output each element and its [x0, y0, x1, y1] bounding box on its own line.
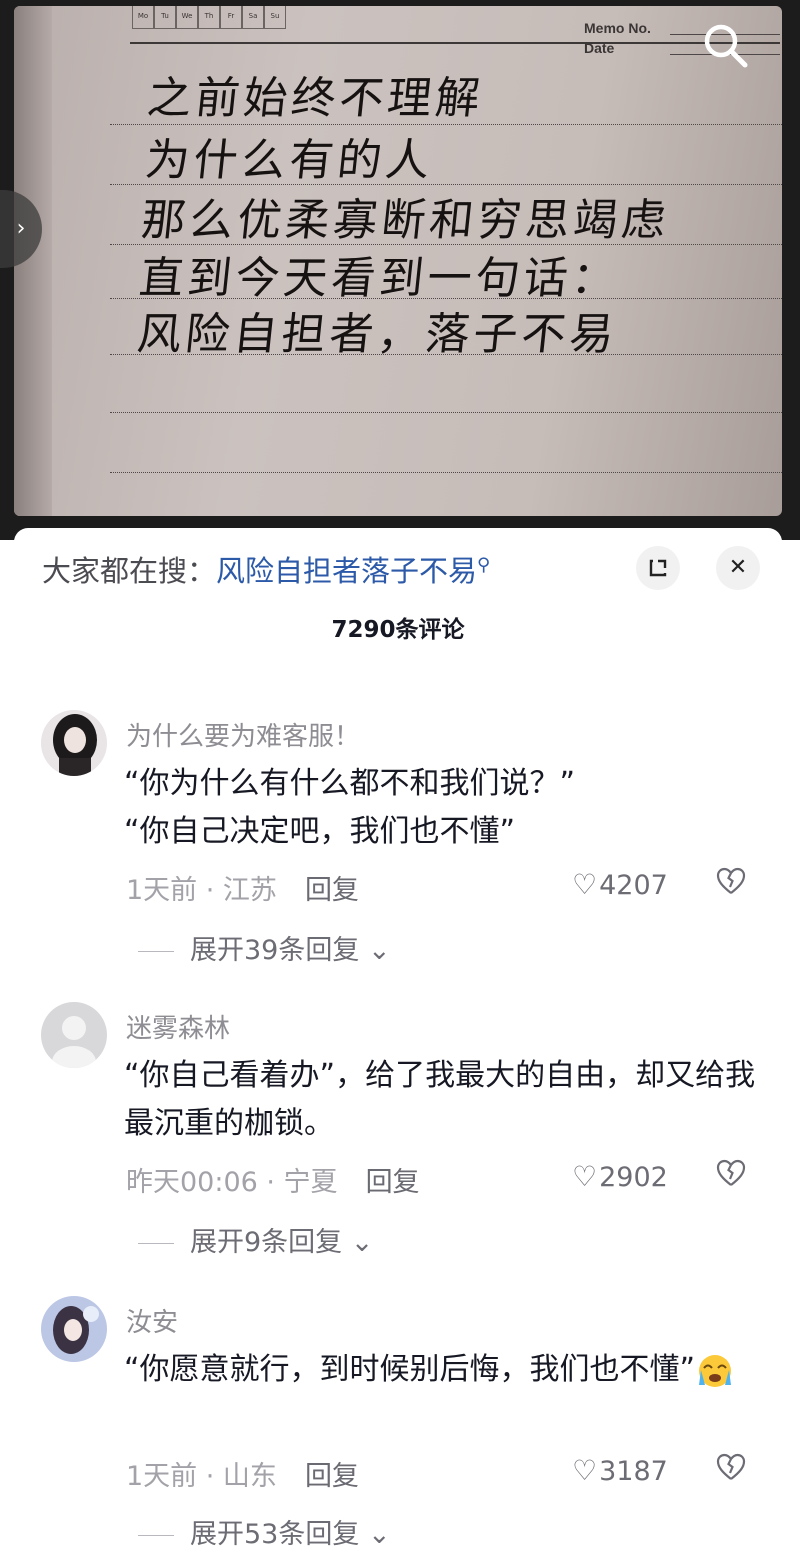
avatar[interactable] — [41, 1296, 107, 1362]
collapse-icon — [649, 559, 667, 577]
time-location: 昨天00:06 · 宁夏 — [126, 1167, 338, 1198]
search-icon[interactable] — [700, 20, 750, 70]
reply-button[interactable]: 回复 — [305, 1461, 359, 1492]
ruled-line — [110, 472, 782, 473]
weekday-box: Tu — [154, 6, 176, 29]
like-button[interactable]: ♡4207 — [572, 868, 668, 901]
reply-button[interactable]: 回复 — [305, 875, 359, 906]
heart-outline-icon: ♡ — [572, 868, 598, 901]
weekday-box: Th — [198, 6, 220, 29]
search-suggestion[interactable]: 大家都在搜：风险自担者落子不易⚲ — [42, 548, 490, 590]
close-button[interactable]: ✕ — [716, 546, 760, 590]
comment-line: “你为什么有什么都不和我们说？” — [124, 766, 576, 801]
comment-text: “你为什么有什么都不和我们说？” “你自己决定吧，我们也不懂” — [124, 760, 764, 856]
username[interactable]: 为什么要为难客服！ — [126, 716, 360, 753]
broken-heart-icon[interactable] — [716, 866, 746, 903]
ruled-line — [110, 412, 782, 413]
weekday-box: We — [176, 6, 198, 29]
collapse-button[interactable] — [636, 546, 680, 590]
chevron-down-icon: ⌄ — [359, 1519, 391, 1550]
suggestion-term[interactable]: 风险自担者落子不易 — [216, 554, 477, 588]
date-label: Date — [584, 40, 615, 56]
broken-heart-icon[interactable] — [716, 1158, 746, 1195]
like-count: 3187 — [599, 1456, 668, 1487]
broken-heart-icon[interactable] — [716, 1452, 746, 1489]
like-button[interactable]: ♡2902 — [572, 1160, 668, 1193]
memo-no-label: Memo No. — [584, 20, 651, 36]
memo-header: Memo No. Date — [584, 18, 651, 58]
comment-count: 7290条评论 — [331, 617, 465, 643]
comment-meta: 昨天00:06 · 宁夏 回复 — [126, 1160, 420, 1199]
handwriting-line: 风险自担者，落子不易 — [134, 309, 621, 360]
expand-label: 展开9条回复 — [190, 1227, 343, 1258]
username[interactable]: 汝安 — [126, 1302, 178, 1339]
divider-dash — [138, 951, 174, 952]
chevron-down-icon: ⌄ — [359, 935, 391, 966]
comment-line: “你自己决定吧，我们也不懂” — [124, 814, 516, 849]
crying-face-emoji — [699, 1354, 732, 1387]
heart-outline-icon: ♡ — [572, 1160, 598, 1193]
like-count: 4207 — [599, 870, 668, 901]
comment-text: “你愿意就行，到时候别后悔，我们也不懂” — [124, 1346, 764, 1394]
handwriting-line: 直到今天看到一句话： — [136, 253, 623, 304]
weekday-box: Sa — [242, 6, 264, 29]
comment-meta: 1天前 · 江苏 回复 — [126, 868, 359, 907]
comments-panel: 大家都在搜：风险自担者落子不易⚲ ✕ 7290条评论 为什么要为难客服！ “你为… — [14, 528, 782, 1550]
expand-label: 展开39条回复 — [190, 935, 360, 966]
small-search-icon: ⚲ — [477, 554, 491, 576]
expand-label: 展开53条回复 — [190, 1519, 360, 1550]
post-image[interactable]: Mo Tu We Th Fr Sa Su Memo No. Date 之前始终不… — [0, 0, 800, 540]
expand-replies-button[interactable]: 展开53条回复 ⌄ — [138, 1512, 391, 1551]
comment-body: “你愿意就行，到时候别后悔，我们也不懂” — [124, 1352, 696, 1387]
notebook-page: Mo Tu We Th Fr Sa Su Memo No. Date 之前始终不… — [14, 6, 782, 516]
weekday-box: Fr — [220, 6, 242, 29]
avatar[interactable] — [41, 1002, 107, 1068]
chevron-down-icon: ⌄ — [342, 1227, 374, 1258]
handwriting-line: 为什么有的人 — [142, 135, 437, 186]
avatar[interactable] — [41, 710, 107, 776]
suggestion-prefix: 大家都在搜： — [42, 554, 217, 588]
comment-meta: 1天前 · 山东 回复 — [126, 1454, 359, 1493]
username[interactable]: 迷雾森林 — [126, 1008, 230, 1045]
handwriting-line: 之前始终不理解 — [144, 73, 487, 124]
time-location: 1天前 · 江苏 — [126, 875, 277, 906]
expand-replies-button[interactable]: 展开39条回复 ⌄ — [138, 928, 391, 967]
divider-dash — [138, 1535, 174, 1536]
weekday-box: Su — [264, 6, 286, 29]
handwriting-line: 那么优柔寡断和穷思竭虑 — [138, 195, 673, 246]
reply-button[interactable]: 回复 — [366, 1167, 420, 1198]
like-button[interactable]: ♡3187 — [572, 1454, 668, 1487]
divider-dash — [138, 1243, 174, 1244]
header-rule — [130, 42, 780, 44]
close-icon: ✕ — [728, 555, 748, 580]
time-location: 1天前 · 山东 — [126, 1461, 277, 1492]
heart-outline-icon: ♡ — [572, 1454, 598, 1487]
weekday-boxes: Mo Tu We Th Fr Sa Su — [132, 6, 286, 29]
weekday-box: Mo — [132, 6, 154, 29]
comment-text: “你自己看着办”，给了我最大的自由，却又给我最沉重的枷锁。 — [124, 1058, 756, 1141]
like-count: 2902 — [599, 1162, 668, 1193]
expand-replies-button[interactable]: 展开9条回复 ⌄ — [138, 1220, 373, 1259]
